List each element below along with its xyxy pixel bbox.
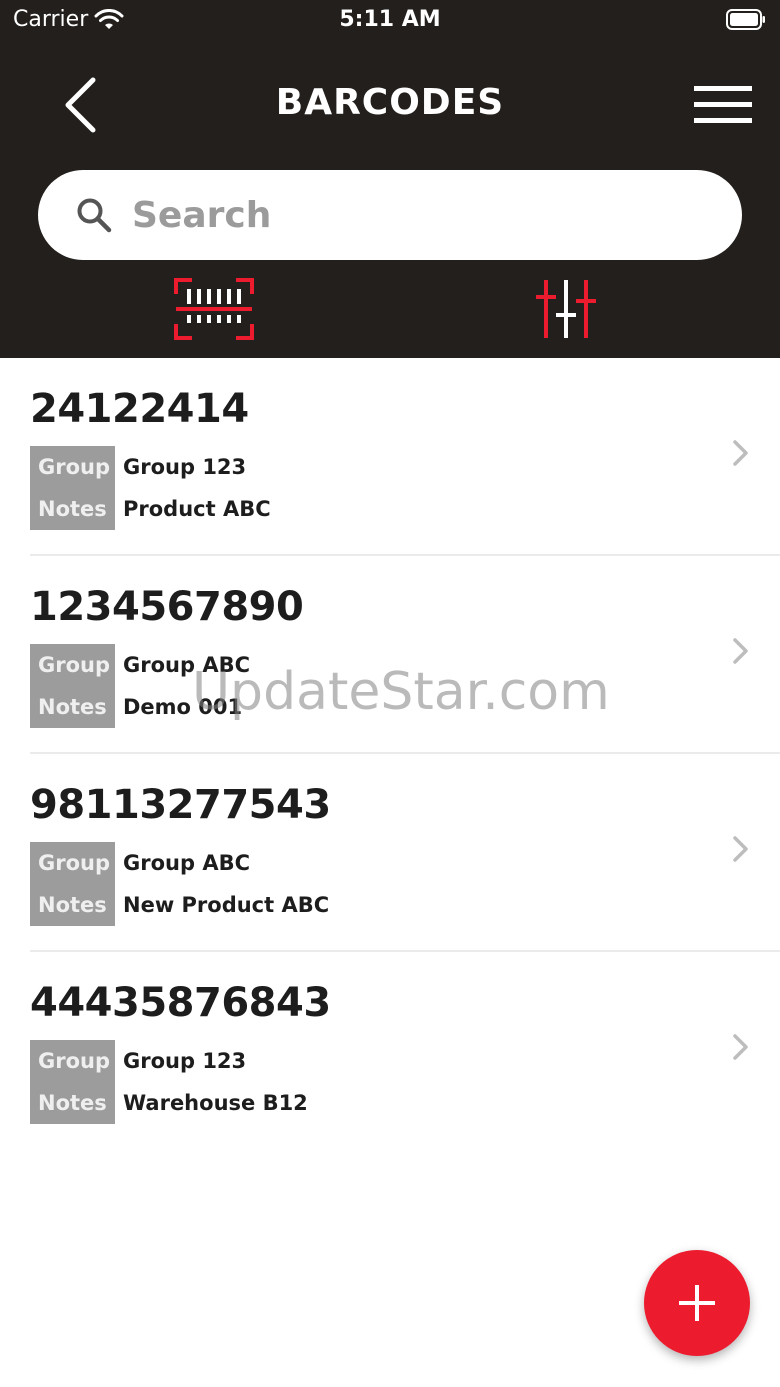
header: Carrier 5:11 AM BARCODES — [0, 0, 780, 358]
barcode-number: 24122414 — [30, 386, 249, 432]
notes-tag: Notes — [30, 686, 115, 728]
back-chevron-icon — [65, 77, 96, 133]
notes-line: Notes Warehouse B12 — [30, 1082, 308, 1124]
list-item[interactable]: 44435876843 Group Group 123 Notes Wareho… — [0, 952, 780, 1150]
chevron-right-icon — [733, 638, 748, 664]
list-item[interactable]: 24122414 Group Group 123 Notes Product A… — [0, 358, 780, 556]
notes-value: Warehouse B12 — [123, 1091, 308, 1115]
barcode-number: 1234567890 — [30, 584, 304, 630]
hamburger-menu-icon[interactable] — [694, 84, 752, 126]
group-value: Group ABC — [123, 851, 250, 875]
nav-bar: BARCODES — [0, 60, 780, 150]
battery-icon — [726, 9, 765, 30]
notes-tag: Notes — [30, 488, 115, 530]
barcode-scan-icon[interactable] — [174, 278, 254, 340]
status-bar: Carrier 5:11 AM — [0, 0, 780, 40]
list-item[interactable]: 1234567890 Group Group ABC Notes Demo 00… — [0, 556, 780, 754]
barcode-number: 98113277543 — [30, 782, 331, 828]
page-title: BARCODES — [275, 82, 505, 123]
add-barcode-button[interactable] — [644, 1250, 750, 1356]
group-tag: Group — [30, 446, 115, 488]
notes-value: Demo 001 — [123, 695, 243, 719]
group-value: Group ABC — [123, 653, 250, 677]
barcode-meta: Group Group 123 Notes Product ABC — [30, 446, 271, 530]
search-icon — [77, 198, 112, 233]
notes-tag: Notes — [30, 884, 115, 926]
plus-icon — [679, 1285, 715, 1321]
group-line: Group Group 123 — [30, 1040, 308, 1082]
group-line: Group Group ABC — [30, 842, 329, 884]
group-line: Group Group ABC — [30, 644, 250, 686]
notes-line: Notes Product ABC — [30, 488, 271, 530]
barcode-meta: Group Group ABC Notes New Product ABC — [30, 842, 329, 926]
notes-line: Notes Demo 001 — [30, 686, 250, 728]
notes-line: Notes New Product ABC — [30, 884, 329, 926]
barcode-number: 44435876843 — [30, 980, 331, 1026]
filter-sliders-icon[interactable] — [526, 278, 606, 340]
wifi-icon — [94, 8, 124, 29]
chevron-right-icon — [733, 836, 748, 862]
notes-tag: Notes — [30, 1082, 115, 1124]
carrier-label: Carrier — [13, 7, 89, 32]
group-line: Group Group 123 — [30, 446, 271, 488]
notes-value: Product ABC — [123, 497, 271, 521]
notes-value: New Product ABC — [123, 893, 330, 917]
group-tag: Group — [30, 1040, 115, 1082]
group-value: Group 123 — [123, 455, 247, 479]
barcode-meta: Group Group ABC Notes Demo 001 — [30, 644, 250, 728]
chevron-right-icon — [733, 1034, 748, 1060]
search-bar[interactable] — [38, 170, 742, 260]
group-tag: Group — [30, 644, 115, 686]
list-item[interactable]: 98113277543 Group Group ABC Notes New Pr… — [0, 754, 780, 952]
chevron-right-icon — [733, 440, 748, 466]
barcode-meta: Group Group 123 Notes Warehouse B12 — [30, 1040, 308, 1124]
group-tag: Group — [30, 842, 115, 884]
barcode-list: 24122414 Group Group 123 Notes Product A… — [0, 358, 780, 1150]
search-input[interactable] — [132, 194, 692, 236]
group-value: Group 123 — [123, 1049, 247, 1073]
back-button[interactable] — [52, 70, 108, 140]
carrier-group: Carrier — [13, 7, 124, 32]
